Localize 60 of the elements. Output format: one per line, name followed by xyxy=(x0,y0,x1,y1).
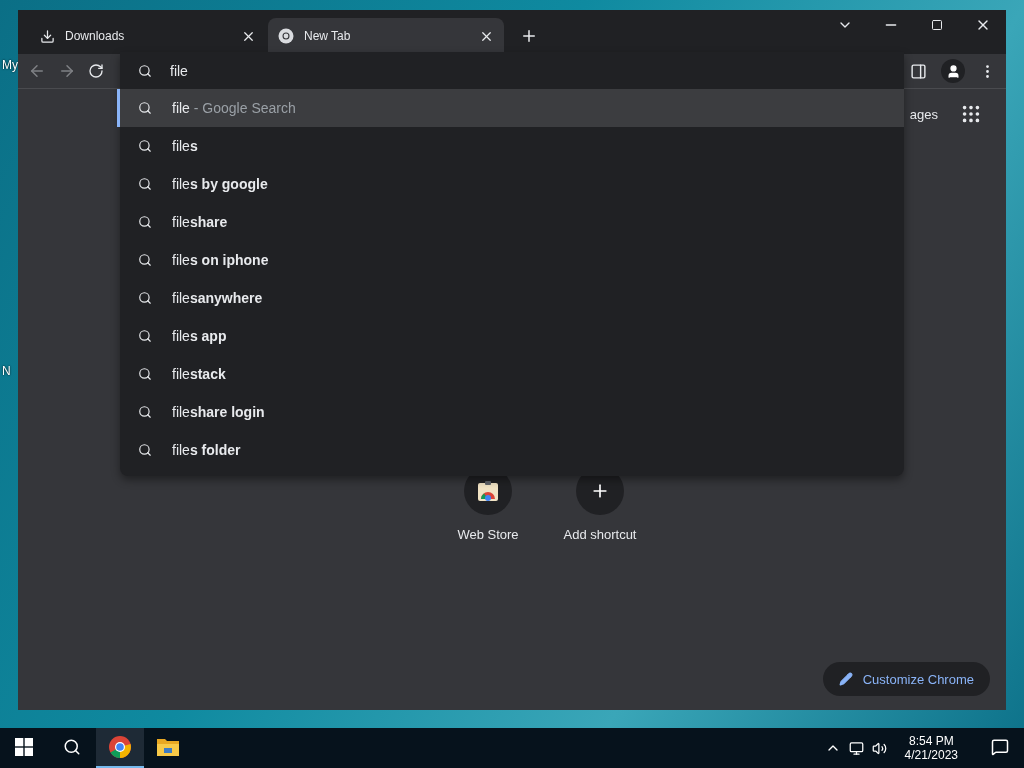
shortcut-label[interactable]: Add shortcut xyxy=(563,527,637,542)
network-icon[interactable] xyxy=(848,740,864,756)
date: 4/21/2023 xyxy=(904,748,958,762)
suggestion-item[interactable]: files xyxy=(117,127,904,165)
suggestion-text: files xyxy=(172,138,198,154)
search-icon xyxy=(138,329,152,343)
side-panel-icon[interactable] xyxy=(910,62,927,80)
search-icon xyxy=(138,367,152,381)
search-icon xyxy=(138,63,152,78)
search-icon xyxy=(138,177,152,191)
suggestion-item[interactable]: file - Google Search xyxy=(117,89,904,127)
volume-icon[interactable] xyxy=(871,740,887,756)
download-icon xyxy=(40,28,55,44)
suggestion-item[interactable]: filestack xyxy=(117,355,904,393)
suggestion-text: files folder xyxy=(172,442,241,458)
suggestion-item[interactable]: fileshare login xyxy=(117,393,904,431)
suggestion-item[interactable]: filesanywhere xyxy=(117,279,904,317)
images-link[interactable]: ages xyxy=(909,106,938,122)
tab-title: New Tab xyxy=(304,29,352,43)
search-icon xyxy=(138,215,152,229)
suggestion-text: fileshare xyxy=(172,214,228,230)
taskbar-app[interactable] xyxy=(96,728,144,768)
desktop-icon-label[interactable]: N xyxy=(2,364,18,378)
desktop-icon-label[interactable]: My xyxy=(2,58,18,72)
search-icon xyxy=(138,291,152,305)
pencil-icon xyxy=(838,672,853,686)
chrome-icon xyxy=(108,735,132,759)
browser-tab[interactable]: Downloads xyxy=(30,18,266,54)
suggestion-text: file - Google Search xyxy=(172,100,296,116)
apps-icon[interactable] xyxy=(960,103,982,125)
profile-icon[interactable] xyxy=(941,59,965,83)
suggestion-text: files app xyxy=(172,328,227,344)
search-icon xyxy=(138,443,152,457)
reload-icon[interactable] xyxy=(88,63,104,79)
address-field[interactable]: file xyxy=(170,62,470,79)
suggestion-text: filesanywhere xyxy=(172,290,263,306)
search-icon xyxy=(138,139,152,153)
customize-chrome-button[interactable]: Customize Chrome xyxy=(822,662,990,696)
suggestion-item[interactable]: fileshare xyxy=(117,203,904,241)
suggestion-item[interactable]: files folder xyxy=(117,431,904,469)
suggestion-text: files on iphone xyxy=(172,252,269,268)
suggestion-text: fileshare login xyxy=(172,404,265,420)
chrome-icon xyxy=(278,28,294,44)
back-icon[interactable] xyxy=(28,62,46,80)
suggestion-item[interactable]: files by google xyxy=(117,165,904,203)
search-icon xyxy=(138,253,152,267)
search-icon xyxy=(138,101,152,115)
suggestion-text: files by google xyxy=(172,176,268,192)
folder-icon xyxy=(156,737,180,757)
shortcut-label[interactable]: Web Store xyxy=(457,527,519,542)
suggestion-item[interactable]: files app xyxy=(117,317,904,355)
browser-tab[interactable]: New Tab xyxy=(268,18,504,54)
time: 8:54 PM xyxy=(908,734,954,748)
tab-title: Downloads xyxy=(65,29,126,43)
forward-icon[interactable] xyxy=(58,62,76,80)
suggestion-item[interactable]: files on iphone xyxy=(117,241,904,279)
clock[interactable]: 8:54 PM 4/21/2023 xyxy=(894,734,968,762)
search-icon xyxy=(138,405,152,419)
store-icon xyxy=(478,481,498,501)
suggestion-text: filestack xyxy=(172,366,226,382)
